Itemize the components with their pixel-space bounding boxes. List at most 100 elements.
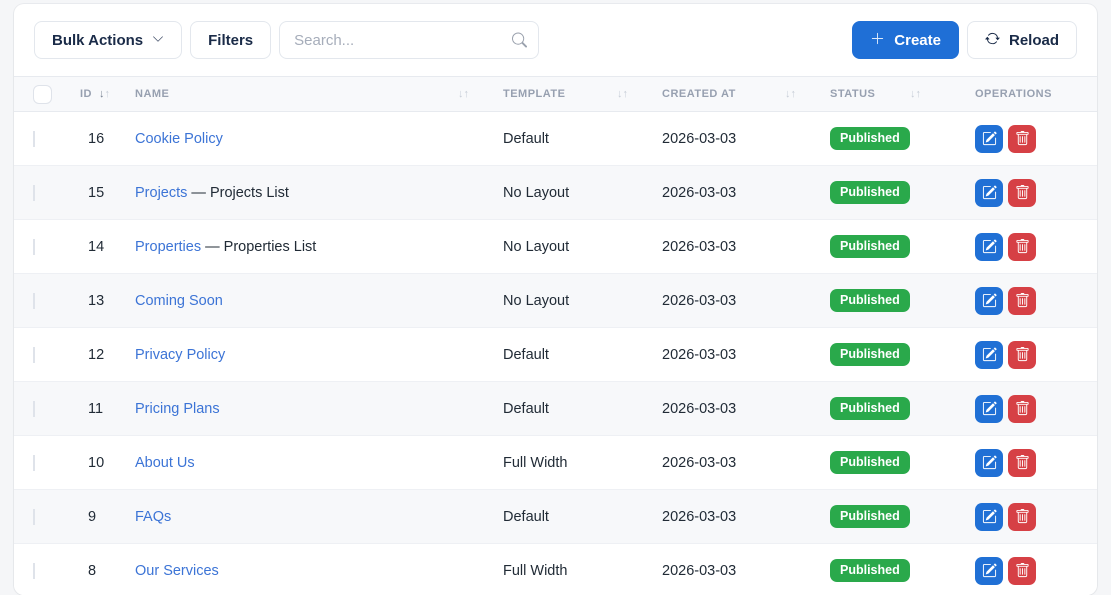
row-checkbox-cell [14,455,76,471]
row-status-cell: Published [814,289,939,312]
row-checkbox[interactable] [33,239,35,255]
table-row: 14 Properties — Properties List No Layou… [14,220,1097,274]
page-name-link[interactable]: Pricing Plans [135,401,220,417]
edit-pencil-icon [982,185,997,200]
edit-button[interactable] [975,557,1003,585]
edit-button[interactable] [975,125,1003,153]
page-name-suffix: — Projects List [187,185,289,201]
row-created-at: 2026-03-03 [646,401,814,417]
row-operations [939,341,1097,369]
row-template-value: Full Width [487,455,646,471]
filters-button[interactable]: Filters [190,21,271,59]
header-checkbox-cell [14,85,76,104]
delete-button[interactable] [1008,179,1036,207]
edit-button[interactable] [975,395,1003,423]
edit-button[interactable] [975,233,1003,261]
row-status-cell: Published [814,559,939,582]
delete-button[interactable] [1008,287,1036,315]
row-created-at: 2026-03-03 [646,185,814,201]
status-badge: Published [830,451,910,474]
edit-pencil-icon [982,239,997,254]
sort-asc-icon: ↑ [791,89,797,100]
page-name-link[interactable]: Coming Soon [135,293,223,309]
edit-pencil-icon [982,563,997,578]
sort-asc-icon: ↑ [105,89,111,100]
row-checkbox[interactable] [33,509,35,525]
row-id: 10 [76,455,119,471]
row-created-at: 2026-03-03 [646,347,814,363]
edit-button[interactable] [975,287,1003,315]
plus-icon [870,31,885,50]
page-name-link[interactable]: Our Services [135,563,219,579]
row-template-value: Default [487,509,646,525]
delete-button[interactable] [1008,503,1036,531]
edit-pencil-icon [982,293,997,308]
column-header-id[interactable]: ID ↓↑ [76,88,119,100]
row-template-value: Default [487,131,646,147]
status-badge: Published [830,289,910,312]
delete-button[interactable] [1008,233,1036,261]
row-checkbox[interactable] [33,347,35,363]
edit-button[interactable] [975,449,1003,477]
edit-pencil-icon [982,131,997,146]
row-checkbox[interactable] [33,185,35,201]
page-name-link[interactable]: Privacy Policy [135,347,225,363]
delete-button[interactable] [1008,395,1036,423]
delete-button[interactable] [1008,125,1036,153]
row-id: 14 [76,239,119,255]
status-badge: Published [830,235,910,258]
filters-label: Filters [208,32,253,49]
page-name-link[interactable]: Cookie Policy [135,131,223,147]
page-name-suffix: — Properties List [201,239,316,255]
sort-icons-id[interactable]: ↓↑ [99,89,110,100]
row-checkbox[interactable] [33,563,35,579]
create-button[interactable]: Create [852,21,959,59]
row-name-cell: Projects — Projects List [119,185,487,201]
row-checkbox-cell [14,509,76,525]
row-template-value: No Layout [487,293,646,309]
delete-button[interactable] [1008,341,1036,369]
column-header-name[interactable]: NAME ↓↑ [119,88,487,100]
row-checkbox-cell [14,347,76,363]
column-header-status[interactable]: STATUS ↓↑ [814,88,939,100]
page-name-link[interactable]: Projects [135,185,187,201]
table-header: ID ↓↑ NAME ↓↑ TEMPLATE ↓↑ CREATED AT ↓↑ … [14,76,1097,112]
sort-icons-template[interactable]: ↓↑ [617,89,628,100]
row-name-cell: Coming Soon [119,293,487,309]
column-header-created-at[interactable]: CREATED AT ↓↑ [646,88,814,100]
row-id: 9 [76,509,119,525]
delete-button[interactable] [1008,449,1036,477]
edit-button[interactable] [975,341,1003,369]
row-id: 15 [76,185,119,201]
row-created-at: 2026-03-03 [646,239,814,255]
bulk-actions-button[interactable]: Bulk Actions [34,21,182,59]
edit-button[interactable] [975,503,1003,531]
sort-icons-status[interactable]: ↓↑ [910,89,921,100]
select-all-checkbox[interactable] [33,85,52,104]
delete-button[interactable] [1008,557,1036,585]
table-row: 16 Cookie Policy Default 2026-03-03 Publ… [14,112,1097,166]
status-badge: Published [830,397,910,420]
row-checkbox[interactable] [33,131,35,147]
status-badge: Published [830,505,910,528]
row-checkbox[interactable] [33,293,35,309]
page-name-link[interactable]: Properties [135,239,201,255]
sort-icons-created-at[interactable]: ↓↑ [785,89,796,100]
row-checkbox[interactable] [33,401,35,417]
sort-icons-name[interactable]: ↓↑ [458,89,469,100]
page-name-link[interactable]: FAQs [135,509,171,525]
status-badge: Published [830,559,910,582]
row-checkbox-cell [14,293,76,309]
row-id: 12 [76,347,119,363]
column-header-template[interactable]: TEMPLATE ↓↑ [487,88,646,100]
table-row: 10 About Us Full Width 2026-03-03 Publis… [14,436,1097,490]
edit-button[interactable] [975,179,1003,207]
row-checkbox[interactable] [33,455,35,471]
reload-button[interactable]: Reload [967,21,1077,59]
trash-icon [1015,401,1030,416]
page-name-link[interactable]: About Us [135,455,195,471]
table-row: 15 Projects — Projects List No Layout 20… [14,166,1097,220]
search-input[interactable] [279,21,539,59]
column-label-status: STATUS [830,88,875,100]
row-template-value: No Layout [487,239,646,255]
